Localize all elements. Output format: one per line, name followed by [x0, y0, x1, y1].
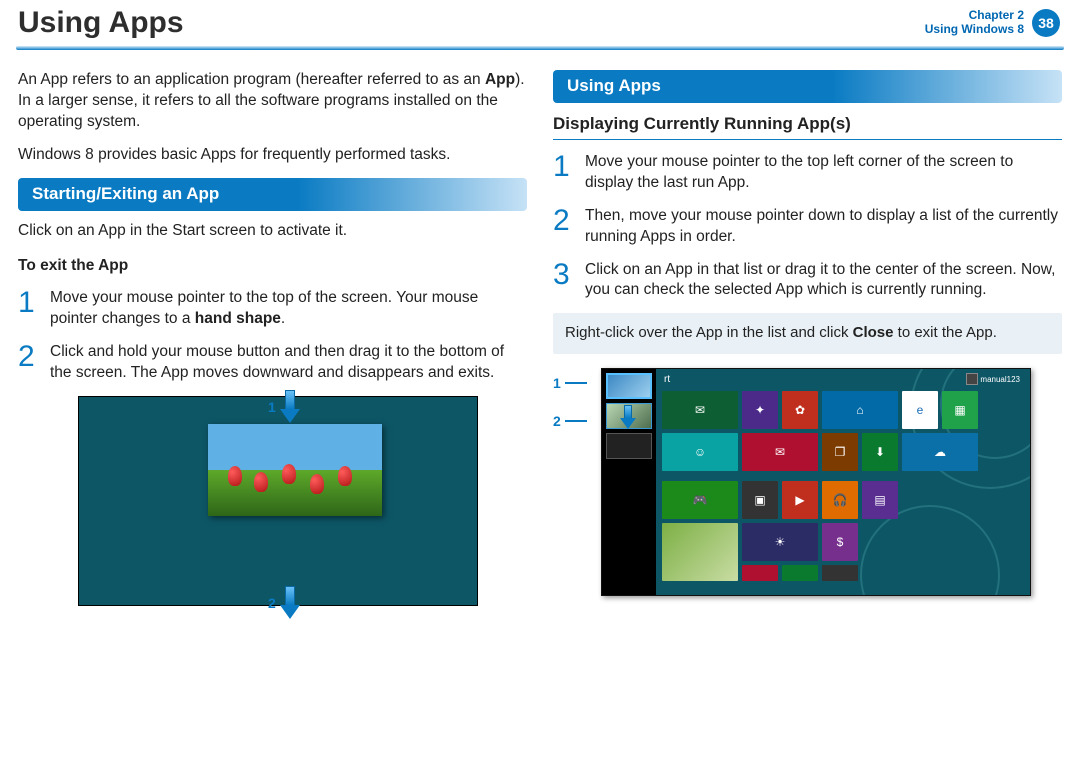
figure-running-apps: 1 2 [553, 368, 1062, 596]
step-number: 3 [553, 260, 575, 302]
right-step-2: 2 Then, move your mouse pointer down to … [553, 206, 1062, 248]
tile: 🎮 [662, 481, 738, 519]
figure-callout-1: 1 [268, 390, 300, 424]
app-thumbnail [606, 373, 652, 399]
step-body: Click and hold your mouse button and the… [50, 342, 527, 384]
tile: ✉ [742, 433, 818, 471]
tiles-grid: ✉ ✦ ✿ ⌂ e ▦ ☺ ✉ ❐ ⬇ ☁ 🎮 ▣ ▶ 🎧 [662, 391, 1022, 589]
right-step-1: 1 Move your mouse pointer to the top lef… [553, 152, 1062, 194]
arrow-down-icon [620, 405, 636, 431]
tile [742, 565, 778, 581]
right-column: Using Apps Displaying Currently Running … [553, 70, 1062, 621]
tile [822, 565, 858, 581]
step-body: Click on an App in that list or drag it … [585, 260, 1062, 302]
tile: e [902, 391, 938, 429]
start-screen-screenshot: rt manual123 ✉ ✦ ✿ ⌂ e ▦ ☺ ✉ ❐ ⬇ ☁ [601, 368, 1031, 596]
user-name-label: manual123 [980, 375, 1020, 386]
tile [782, 565, 818, 581]
left-step-1: 1 Move your mouse pointer to the top of … [18, 288, 527, 330]
intro-paragraph-1: An App refers to an application program … [18, 70, 527, 133]
app-thumbnail [606, 433, 652, 459]
section-bar-starting-exiting: Starting/Exiting an App [18, 178, 527, 211]
tile: ⌂ [822, 391, 898, 429]
page-header: Using Apps Chapter 2 Using Windows 8 38 [0, 0, 1080, 42]
tile [662, 523, 738, 581]
sub-heading-display-running: Displaying Currently Running App(s) [553, 113, 1062, 140]
page-title: Using Apps [18, 6, 184, 40]
step-number: 1 [18, 288, 40, 330]
tile: ✿ [782, 391, 818, 429]
left-step-2: 2 Click and hold your mouse button and t… [18, 342, 527, 384]
tile: ⬇ [862, 433, 898, 471]
tile: ▶ [782, 481, 818, 519]
tile: $ [822, 523, 858, 561]
figure-exit-app: 1 2 [78, 396, 478, 621]
step-number: 2 [553, 206, 575, 248]
step-number: 1 [553, 152, 575, 194]
chapter-info: Chapter 2 Using Windows 8 [925, 9, 1024, 37]
left-column: An App refers to an application program … [18, 70, 527, 621]
tile: ▦ [942, 391, 978, 429]
exit-heading: To exit the App [18, 256, 527, 277]
tile: ☀ [742, 523, 818, 561]
header-meta: Chapter 2 Using Windows 8 38 [925, 9, 1060, 37]
figure-callout-2: 2 [553, 412, 587, 431]
section-bar-using-apps: Using Apps [553, 70, 1062, 103]
tile: ✦ [742, 391, 778, 429]
app-window-thumbnail [208, 424, 382, 516]
chapter-line: Chapter 2 [925, 9, 1024, 23]
arrow-down-icon [280, 390, 300, 424]
step-body: Move your mouse pointer to the top of th… [50, 288, 527, 330]
tile: ❐ [822, 433, 858, 471]
start-text: Click on an App in the Start screen to a… [18, 221, 527, 242]
right-step-3: 3 Click on an App in that list or drag i… [553, 260, 1062, 302]
tile: ▣ [742, 481, 778, 519]
tile: ✉ [662, 391, 738, 429]
user-avatar-icon [966, 373, 978, 385]
step-body: Then, move your mouse pointer down to di… [585, 206, 1062, 248]
content-columns: An App refers to an application program … [0, 50, 1080, 631]
tile: 🎧 [822, 481, 858, 519]
start-screen-label: rt [664, 373, 670, 387]
figure-callout-1: 1 [553, 374, 587, 393]
note-box-close-app: Right-click over the App in the list and… [553, 313, 1062, 353]
intro-paragraph-2: Windows 8 provides basic Apps for freque… [18, 145, 527, 166]
running-apps-sidebar [602, 369, 656, 595]
figure-callout-2: 2 [268, 586, 300, 620]
page-number-badge: 38 [1032, 9, 1060, 37]
step-body: Move your mouse pointer to the top left … [585, 152, 1062, 194]
tile: ▤ [862, 481, 898, 519]
step-number: 2 [18, 342, 40, 384]
section-line: Using Windows 8 [925, 23, 1024, 37]
arrow-down-icon [280, 586, 300, 620]
tile: ☁ [902, 433, 978, 471]
tile: ☺ [662, 433, 738, 471]
